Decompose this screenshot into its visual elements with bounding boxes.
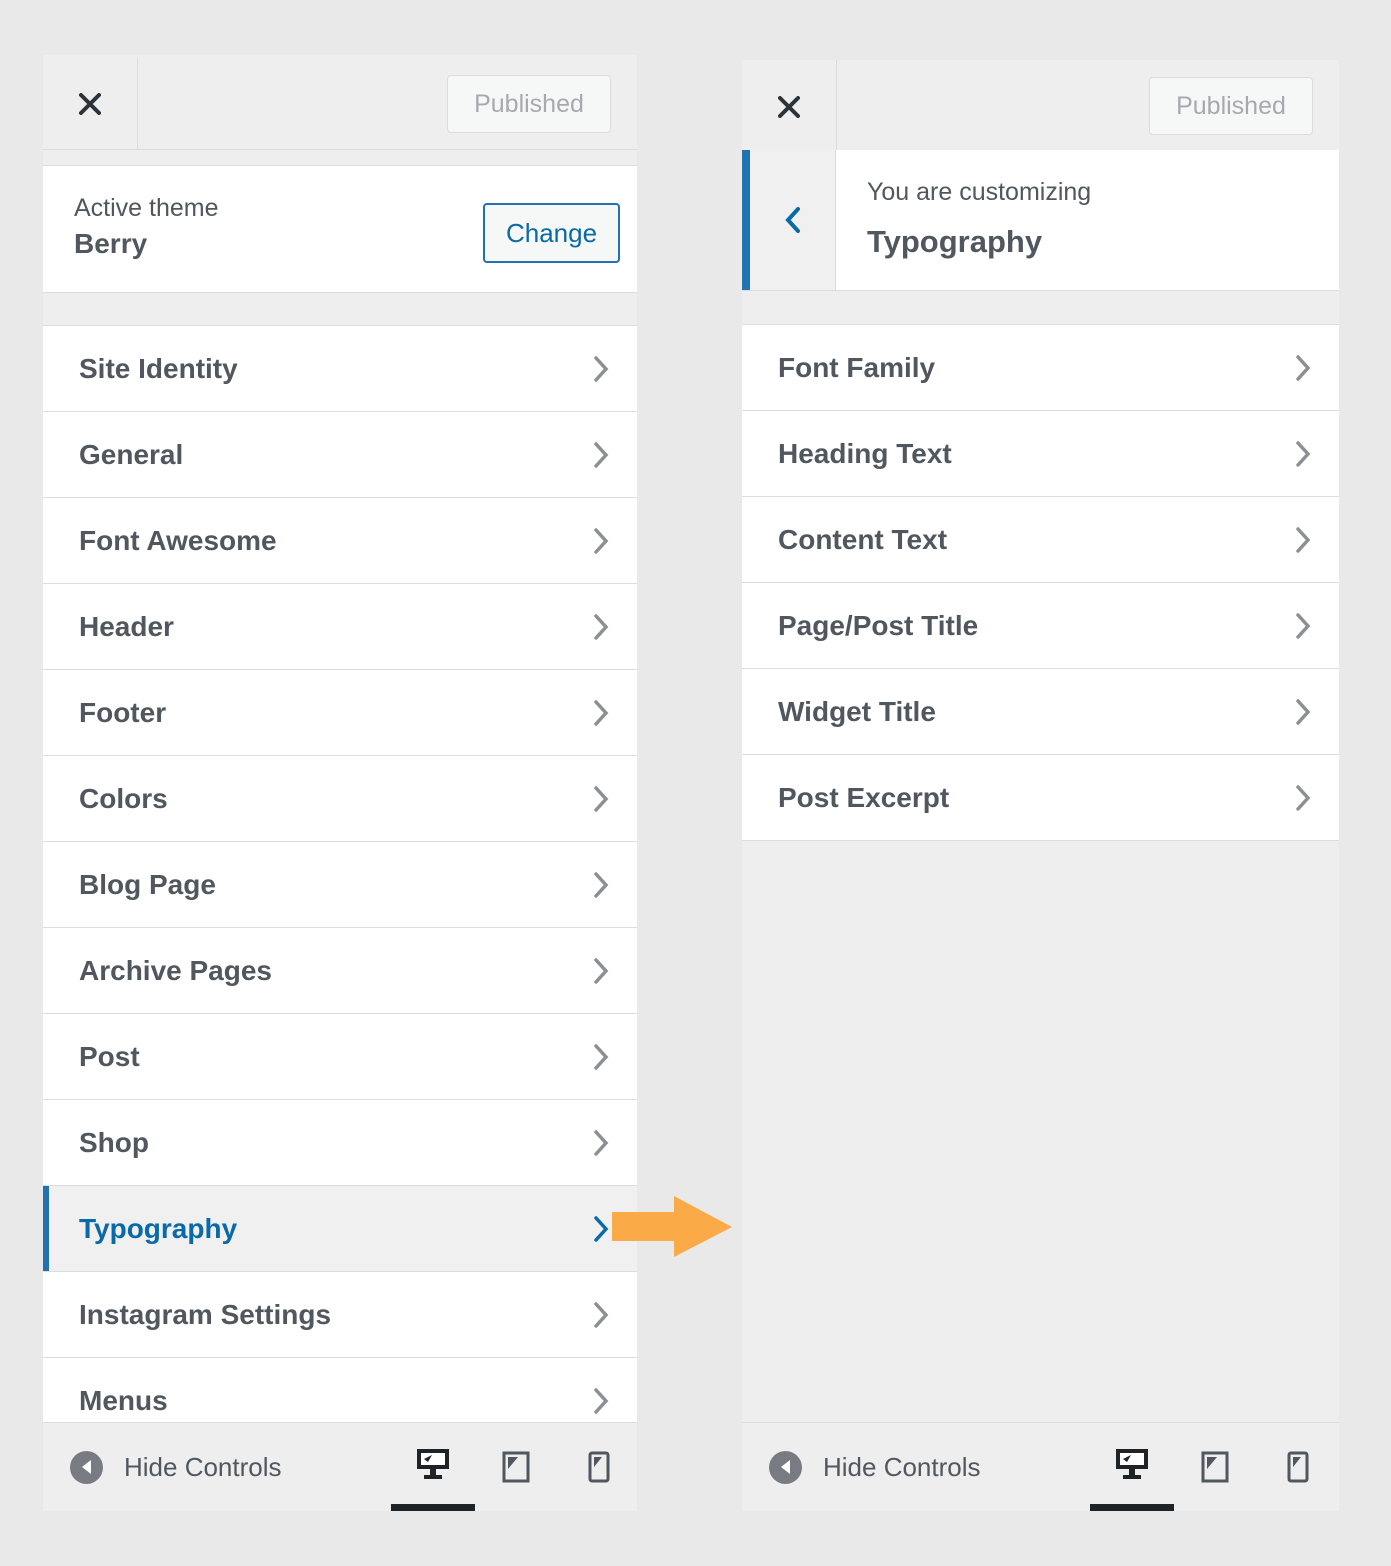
menu-item-label: Typography	[79, 1212, 238, 1244]
chevron-right-icon	[594, 786, 609, 812]
theme-name: Berry	[74, 228, 148, 259]
customizer-panel-main: Published Active theme Berry Change Site…	[43, 55, 637, 1511]
menu-item-label: Heading Text	[778, 437, 952, 469]
chevron-right-icon	[1296, 527, 1311, 553]
chevron-right-icon	[1296, 785, 1311, 811]
menu-item-label: General	[79, 438, 184, 470]
menu-item-post[interactable]: Post	[43, 1014, 637, 1100]
chevron-right-icon	[1296, 699, 1311, 725]
close-icon	[778, 95, 800, 118]
chevron-right-icon	[594, 442, 609, 468]
chevron-right-icon	[594, 528, 609, 554]
preview-desktop-button[interactable]	[1090, 1423, 1174, 1511]
close-button[interactable]	[742, 60, 837, 153]
menu-item-colors[interactable]: Colors	[43, 756, 637, 842]
customizer-panel-typography: Published You are customizing Typography…	[742, 60, 1339, 1511]
hide-controls-label: Hide Controls	[124, 1451, 282, 1482]
collapse-circle-icon	[70, 1450, 103, 1484]
typography-control-list: Font Family Heading Text Content Text Pa…	[742, 324, 1339, 841]
menu-item-label: Post Excerpt	[778, 781, 950, 813]
menu-item-label: Page/Post Title	[778, 609, 979, 641]
section-header: You are customizing Typography	[742, 150, 1339, 291]
menu-item-label: Shop	[79, 1126, 149, 1158]
menu-item-label: Instagram Settings	[79, 1298, 332, 1330]
chevron-right-icon	[594, 1130, 609, 1156]
customizer-header: Published	[742, 60, 1339, 154]
hide-controls-label: Hide Controls	[823, 1451, 981, 1482]
menu-item-label: Site Identity	[79, 352, 238, 384]
menu-item-instagram-settings[interactable]: Instagram Settings	[43, 1272, 637, 1358]
menu-item-general[interactable]: General	[43, 412, 637, 498]
tablet-icon	[1201, 1451, 1229, 1483]
menu-item-header[interactable]: Header	[43, 584, 637, 670]
menu-item-widget-title[interactable]: Widget Title	[742, 669, 1339, 755]
chevron-right-icon	[594, 1302, 609, 1328]
chevron-right-icon	[594, 1216, 609, 1242]
menu-item-label: Archive Pages	[79, 954, 272, 986]
menu-item-label: Colors	[79, 782, 168, 814]
close-button[interactable]	[43, 58, 138, 149]
chevron-right-icon	[1296, 441, 1311, 467]
customizer-header: Published	[43, 58, 637, 150]
chevron-right-icon	[594, 614, 609, 640]
preview-tablet-button[interactable]	[1173, 1423, 1257, 1511]
published-button[interactable]: Published	[1149, 77, 1313, 135]
menu-item-label: Header	[79, 610, 174, 642]
menu-item-label: Footer	[79, 696, 167, 728]
customizer-footer: Hide Controls	[43, 1422, 637, 1511]
section-title: Typography	[867, 224, 1043, 259]
chevron-right-icon	[594, 1388, 609, 1414]
menu-item-page-post-title[interactable]: Page/Post Title	[742, 583, 1339, 669]
chevron-right-icon	[594, 1044, 609, 1070]
menu-item-footer[interactable]: Footer	[43, 670, 637, 756]
desktop-icon	[417, 1448, 449, 1479]
menu-item-blog-page[interactable]: Blog Page	[43, 842, 637, 928]
menu-item-label: Content Text	[778, 523, 948, 555]
menu-item-label: Font Family	[778, 351, 936, 383]
chevron-right-icon	[594, 872, 609, 898]
back-button[interactable]	[742, 150, 836, 290]
customizer-footer: Hide Controls	[742, 1422, 1339, 1511]
close-icon	[79, 92, 101, 115]
change-theme-button[interactable]: Change	[483, 203, 620, 263]
chevron-right-icon	[594, 700, 609, 726]
menu-item-post-excerpt[interactable]: Post Excerpt	[742, 755, 1339, 841]
preview-tablet-button[interactable]	[474, 1423, 558, 1511]
tablet-icon	[502, 1451, 530, 1483]
menu-item-shop[interactable]: Shop	[43, 1100, 637, 1186]
arrow-right-icon	[612, 1196, 732, 1257]
chevron-right-icon	[1296, 355, 1311, 381]
customizing-label: You are customizing	[867, 178, 1092, 206]
collapse-circle-icon	[769, 1450, 802, 1484]
menu-item-heading-text[interactable]: Heading Text	[742, 411, 1339, 497]
menu-item-label: Post	[79, 1040, 140, 1072]
mobile-icon	[1287, 1451, 1309, 1483]
chevron-left-icon	[784, 207, 800, 233]
menu-item-label: Blog Page	[79, 868, 216, 900]
menu-item-content-text[interactable]: Content Text	[742, 497, 1339, 583]
published-button[interactable]: Published	[447, 75, 611, 133]
chevron-right-icon	[1296, 613, 1311, 639]
hide-controls-button[interactable]: Hide Controls	[70, 1423, 282, 1511]
menu-item-site-identity[interactable]: Site Identity	[43, 325, 637, 412]
active-theme-section: Active theme Berry Change	[43, 165, 637, 293]
preview-mobile-button[interactable]	[557, 1423, 637, 1511]
preview-desktop-button[interactable]	[391, 1423, 475, 1511]
preview-mobile-button[interactable]	[1256, 1423, 1339, 1511]
customizer-section-list: Site Identity General Font Awesome Heade…	[43, 325, 637, 1444]
menu-item-font-awesome[interactable]: Font Awesome	[43, 498, 637, 584]
mobile-icon	[588, 1451, 610, 1483]
menu-item-label: Widget Title	[778, 695, 936, 727]
chevron-right-icon	[594, 958, 609, 984]
hide-controls-button[interactable]: Hide Controls	[769, 1423, 981, 1511]
menu-item-font-family[interactable]: Font Family	[742, 324, 1339, 411]
chevron-right-icon	[594, 356, 609, 382]
menu-item-label: Font Awesome	[79, 524, 277, 556]
menu-item-typography[interactable]: Typography	[43, 1186, 637, 1272]
menu-item-archive-pages[interactable]: Archive Pages	[43, 928, 637, 1014]
active-theme-label: Active theme	[74, 194, 219, 222]
desktop-icon	[1116, 1448, 1148, 1479]
